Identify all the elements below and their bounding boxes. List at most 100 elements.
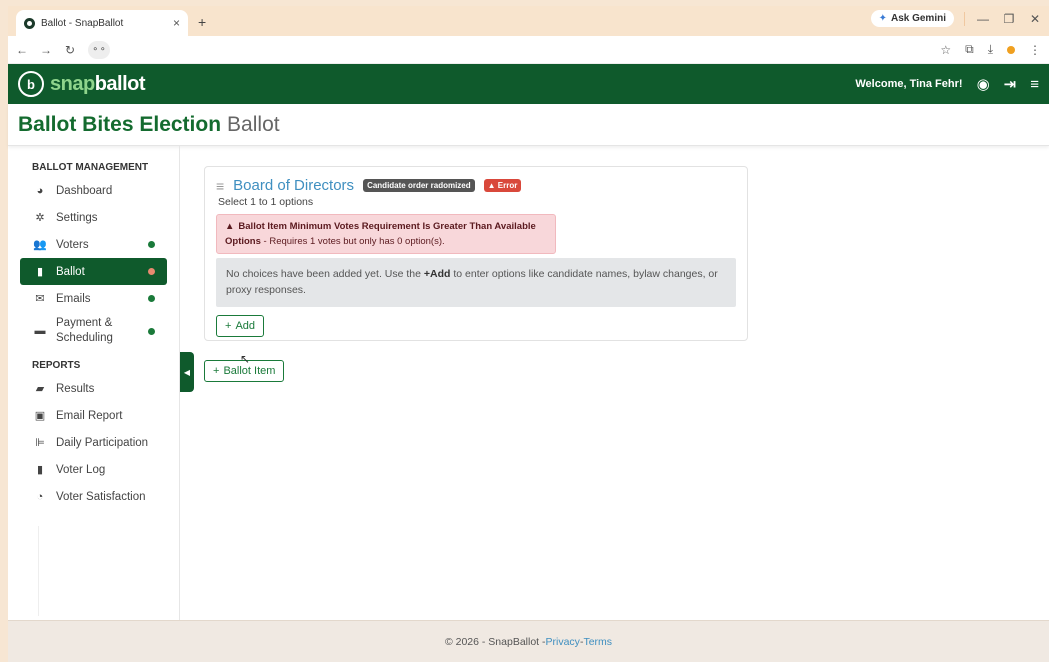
minimize-icon[interactable]: —	[975, 12, 991, 26]
alert-title: Ballot Item Minimum Votes Requirement Is…	[238, 221, 536, 232]
footer: © 2026 - SnapBallot - Privacy - Terms	[8, 620, 1049, 662]
plus-icon: +	[213, 365, 220, 377]
add-option-button[interactable]: + Add	[216, 314, 265, 337]
gemini-icon: ✦	[878, 13, 887, 24]
log-icon: ▮	[36, 464, 44, 476]
sidebar-collapse-toggle[interactable]: ◀	[180, 352, 194, 392]
back-icon[interactable]: ←	[16, 43, 28, 57]
page-subtitle: Ballot	[227, 112, 280, 136]
section-heading-reports: REPORTS	[32, 360, 81, 371]
user-account-icon[interactable]: ◉	[977, 75, 990, 93]
sidebar-item-dashboard[interactable]: ◕ Dashboard	[20, 177, 167, 204]
sidebar-item-label: Emails	[56, 292, 91, 305]
sidebar-item-daily-participation[interactable]: ⊫ Daily Participation	[20, 429, 167, 456]
hamburger-menu-icon[interactable]: ≡	[1030, 76, 1039, 93]
sidebar-item-label: Daily Participation	[56, 436, 149, 449]
status-dot	[148, 327, 155, 335]
drag-handle-icon[interactable]: ≡	[216, 178, 224, 194]
copyright-text: © 2026 - SnapBallot -	[444, 635, 546, 648]
status-dot	[148, 241, 155, 248]
add-option-label: Add	[235, 319, 256, 332]
gear-icon: ✲	[35, 212, 45, 224]
sidebar-item-label: Settings	[56, 211, 98, 224]
sidebar-item-emails[interactable]: ✉ Emails	[20, 285, 167, 312]
divider	[964, 11, 965, 26]
ballot-item-card: ≡ Board of Directors Candidate order rad…	[204, 166, 748, 341]
sidebar-item-voter-satisfaction[interactable]: ◔ Voter Satisfaction	[20, 483, 167, 510]
tab-close-icon[interactable]: ×	[173, 16, 180, 30]
content-area: BALLOT MANAGEMENT ◕ Dashboard ✲ Settings…	[8, 146, 1049, 620]
mouse-cursor-icon: ↖	[240, 352, 251, 366]
reload-icon[interactable]: ↻	[64, 43, 76, 57]
sidebar-item-label: Dashboard	[56, 184, 113, 197]
sidebar-item-label: Voters	[56, 238, 89, 251]
welcome-text: Welcome, Tina Fehr!	[855, 78, 963, 90]
profile-icon[interactable]	[1007, 45, 1015, 54]
empty-choices-info: No choices have been added yet. Use the …	[216, 258, 736, 307]
tab-bar: Ballot - SnapBallot × + ✦ Ask Gemini — ❐…	[8, 6, 1049, 36]
ballot-item-title[interactable]: Board of Directors	[233, 177, 354, 194]
ask-gemini-label: Ask Gemini	[890, 13, 946, 24]
ballot-item-subtitle: Select 1 to 1 options	[218, 196, 314, 208]
browser-tab[interactable]: Ballot - SnapBallot ×	[16, 10, 188, 36]
credit-card-icon: ▬	[34, 324, 46, 337]
sidebar-item-voters[interactable]: 👥 Voters	[20, 231, 167, 258]
logout-icon[interactable]: ⇥	[1004, 75, 1017, 93]
sidebar-item-voter-log[interactable]: ▮ Voter Log	[20, 456, 167, 483]
terms-link[interactable]: Terms	[583, 636, 612, 648]
sidebar-item-email-report[interactable]: ▣ Email Report	[20, 402, 167, 429]
plus-icon: +	[225, 319, 232, 332]
close-window-icon[interactable]: ✕	[1027, 12, 1043, 26]
sidebar-item-label: Payment & Scheduling	[56, 317, 113, 344]
warning-icon: ▲	[225, 221, 235, 232]
extensions-icon[interactable]: ⧉	[965, 42, 974, 57]
sidebar-item-label: Ballot	[56, 265, 85, 278]
users-icon: 👥	[33, 239, 47, 251]
pie-icon: ◔	[36, 490, 44, 503]
sidebar-item-label: Email Report	[56, 409, 123, 422]
error-badge: ▲ Error	[483, 179, 522, 192]
sidebar-item-settings[interactable]: ✲ Settings	[20, 204, 167, 231]
sidebar-item-ballot[interactable]: ▮ Ballot	[20, 258, 167, 285]
address-bar: ← → ↻ ⚬⚬ ☆ ⧉ ⤓ ⋮	[8, 36, 1049, 64]
ask-gemini-button[interactable]: ✦ Ask Gemini	[870, 10, 954, 27]
dashboard-icon: ◕	[36, 184, 44, 197]
site-info-icon[interactable]: ⚬⚬	[88, 40, 110, 59]
status-dot	[148, 295, 155, 302]
alert-label: Options	[225, 236, 261, 247]
download-icon[interactable]: ⤓	[988, 42, 993, 57]
chevron-left-icon: ◀	[183, 367, 191, 377]
section-heading-ballot-management: BALLOT MANAGEMENT	[32, 162, 149, 173]
logo-mark-icon: b	[18, 71, 44, 97]
sidebar-item-label: Results	[56, 382, 95, 395]
logo-text: snapballot	[50, 72, 146, 95]
envelope-icon: ✉	[35, 293, 45, 305]
sidebar: BALLOT MANAGEMENT ◕ Dashboard ✲ Settings…	[8, 146, 180, 620]
bookmark-star-icon[interactable]: ☆	[940, 43, 951, 57]
sidebar-item-label: Voter Satisfaction	[56, 490, 146, 503]
forward-icon[interactable]: →	[40, 43, 52, 57]
sidebar-item-results[interactable]: ▰ Results	[20, 375, 167, 402]
results-icon: ▰	[35, 383, 45, 395]
privacy-link[interactable]: Privacy	[546, 636, 580, 648]
error-alert: ▲ Ballot Item Minimum Votes Requirement I…	[216, 214, 556, 254]
sidebar-item-label: Voter Log	[56, 463, 106, 476]
page-title-bar: Ballot Bites Election Ballot	[8, 104, 1049, 146]
email-report-icon: ▣	[34, 410, 46, 422]
chart-icon: ⊫	[35, 437, 45, 449]
app-header: b snapballot Welcome, Tina Fehr! ◉ ⇥ ≡	[8, 64, 1049, 104]
restore-icon[interactable]: ❐	[1001, 12, 1017, 26]
browser-window: Ballot - SnapBallot × + ✦ Ask Gemini — ❐…	[8, 6, 1049, 662]
more-menu-icon[interactable]: ⋮	[1029, 43, 1041, 57]
new-tab-button[interactable]: +	[198, 14, 206, 30]
divider	[38, 526, 39, 616]
alert-text: - Requires 1 votes but only has 0 option…	[260, 236, 445, 247]
snapballot-logo[interactable]: b snapballot	[18, 71, 146, 97]
snapballot-favicon-icon	[24, 17, 35, 29]
clipboard-icon: ▮	[36, 266, 44, 278]
page-title: Ballot Bites Election	[18, 112, 222, 136]
add-ballot-item-label: Ballot Item	[223, 365, 276, 377]
sidebar-item-payment-scheduling[interactable]: ▬ Payment & Scheduling	[20, 312, 167, 350]
status-dot	[148, 268, 155, 275]
tab-title: Ballot - SnapBallot	[41, 17, 124, 29]
